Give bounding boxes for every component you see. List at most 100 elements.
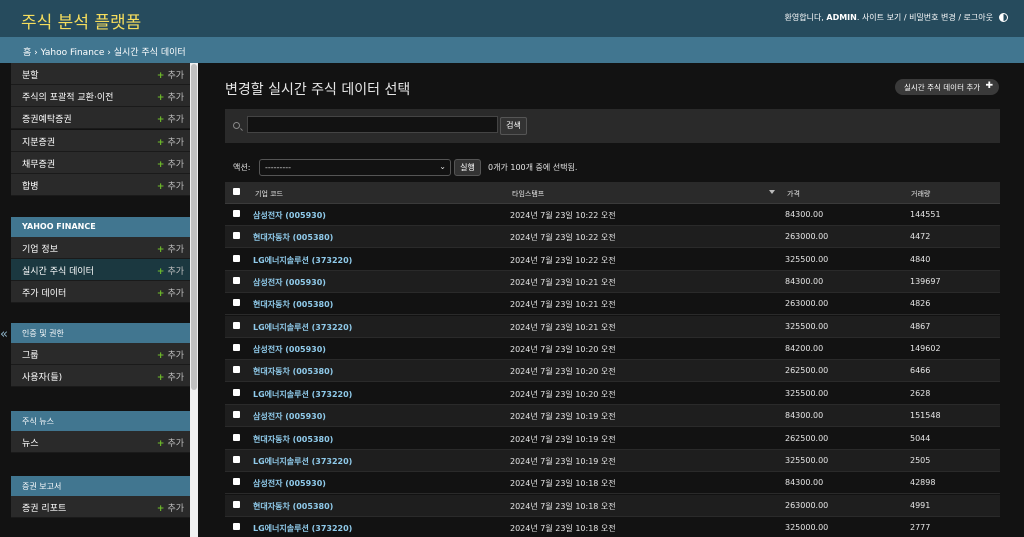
sidebar-item-label[interactable]: 뉴스 xyxy=(22,436,39,449)
sidebar-add-link[interactable]: + 추가 xyxy=(157,135,184,148)
company-link[interactable]: 삼성전자 (005930) xyxy=(253,277,326,288)
run-action-button[interactable]: 실행 xyxy=(454,159,481,176)
select-all-checkbox[interactable] xyxy=(233,188,240,195)
company-link[interactable]: 현대자동차 (005380) xyxy=(253,434,333,445)
sidebar-add-link[interactable]: + 추가 xyxy=(157,90,184,103)
sidebar-add-link[interactable]: + 추가 xyxy=(157,348,184,361)
sidebar-item-label[interactable]: 실시간 주식 데이터 xyxy=(22,264,94,277)
sidebar-add-link[interactable]: + 추가 xyxy=(157,179,184,192)
sidebar-add-link[interactable]: + 추가 xyxy=(157,112,184,125)
company-link[interactable]: 현대자동차 (005380) xyxy=(253,232,333,243)
row-checkbox[interactable] xyxy=(233,366,240,374)
sidebar-item-label[interactable]: 그룹 xyxy=(22,348,39,361)
sidebar-item-label[interactable]: 합병 xyxy=(22,179,39,192)
company-link[interactable]: 삼성전자 (005930) xyxy=(253,344,326,355)
sidebar-item-label[interactable]: 기업 정보 xyxy=(22,242,58,255)
row-checkbox[interactable] xyxy=(233,478,240,486)
company-link[interactable]: 삼성전자 (005930) xyxy=(253,478,326,489)
row-checkbox[interactable] xyxy=(233,254,240,262)
sidebar-item-label[interactable]: 채무증권 xyxy=(22,157,55,170)
company-link[interactable]: LG에너지솔루션 (373220) xyxy=(253,255,352,266)
sidebar-item-s0-0[interactable]: 기업 정보 + 추가 xyxy=(11,237,190,259)
action-select[interactable]: --------- ⌄ xyxy=(259,159,451,176)
table-row[interactable]: 현대자동차 (005380) 2024년 7월 23일 10:19 오전 26250… xyxy=(225,427,1000,450)
sidebar-add-link[interactable]: + 추가 xyxy=(157,264,184,277)
sidebar-item-s0-2[interactable]: 주가 데이터 + 추가 xyxy=(11,281,190,304)
company-link[interactable]: LG에너지솔루션 (373220) xyxy=(253,456,352,467)
sidebar-item-label[interactable]: 증권예탁증권 xyxy=(22,112,72,125)
column-volume[interactable]: 거래량 xyxy=(911,189,930,199)
table-row[interactable]: LG에너지솔루션 (373220) 2024년 7월 23일 10:18 오전 32… xyxy=(225,516,1000,537)
sidebar-item-label[interactable]: 주가 데이터 xyxy=(22,286,66,299)
breadcrumb[interactable]: 홈 › Yahoo Finance › 실시간 주식 데이터 xyxy=(0,37,1024,63)
sidebar-item-label[interactable]: 증권 리포트 xyxy=(22,501,66,514)
company-link[interactable]: 삼성전자 (005930) xyxy=(253,411,326,422)
column-company[interactable]: 기업 코드 xyxy=(255,189,283,199)
sidebar-item-top-4[interactable]: 채무증권 + 추가 xyxy=(11,151,190,174)
sidebar-section-label[interactable]: YAHOO FINANCE xyxy=(22,222,96,231)
row-checkbox[interactable] xyxy=(233,455,240,463)
row-checkbox[interactable] xyxy=(233,433,240,441)
search-input[interactable] xyxy=(247,116,498,133)
column-timestamp[interactable]: 타임스탬프 xyxy=(512,189,544,199)
table-row[interactable]: 삼성전자 (005930) 2024년 7월 23일 10:22 오전 84300.… xyxy=(225,204,1000,226)
sidebar-add-link[interactable]: + 추가 xyxy=(157,436,184,449)
site-title[interactable]: 주식 분석 플랫폼 xyxy=(21,8,141,33)
sidebar-item-top-0[interactable]: 분할 + 추가 xyxy=(11,63,190,85)
sidebar-item-s0-1[interactable]: 실시간 주식 데이터 + 추가 xyxy=(11,259,190,282)
table-row[interactable]: LG에너지솔루션 (373220) 2024년 7월 23일 10:22 오전 32… xyxy=(225,248,1000,271)
row-checkbox[interactable] xyxy=(233,210,240,217)
table-row[interactable]: 현대자동차 (005380) 2024년 7월 23일 10:20 오전 26250… xyxy=(225,360,1000,383)
search-button[interactable]: 검색 xyxy=(500,117,527,135)
table-row[interactable]: 현대자동차 (005380) 2024년 7월 23일 10:18 오전 26300… xyxy=(225,494,1000,517)
sidebar-item-label[interactable]: 사용자(들) xyxy=(22,370,62,383)
add-stock-data-button[interactable]: 실시간 주식 데이터 추가 ✚ xyxy=(895,79,999,95)
company-link[interactable]: 현대자동차 (005380) xyxy=(253,366,333,377)
theme-toggle-icon[interactable] xyxy=(999,13,1008,22)
sidebar-section-caption[interactable]: 인증 및 권한 xyxy=(11,323,190,343)
row-checkbox[interactable] xyxy=(233,411,240,419)
row-checkbox[interactable] xyxy=(233,388,240,396)
sidebar-section-label[interactable]: 인증 및 권한 xyxy=(22,328,64,339)
sidebar-item-top-3[interactable]: 지분증권 + 추가 xyxy=(11,129,190,152)
table-row[interactable]: 현대자동차 (005380) 2024년 7월 23일 10:22 오전 26300… xyxy=(225,226,1000,249)
sidebar-section-caption[interactable]: YAHOO FINANCE xyxy=(11,217,190,237)
sidebar-add-link[interactable]: + 추가 xyxy=(157,286,184,299)
company-link[interactable]: LG에너지솔루션 (373220) xyxy=(253,389,352,400)
row-checkbox[interactable] xyxy=(233,299,240,307)
company-link[interactable]: 삼성전자 (005930) xyxy=(253,210,326,221)
sidebar-add-link[interactable]: + 추가 xyxy=(157,370,184,383)
row-checkbox[interactable] xyxy=(233,344,240,352)
sidebar-item-top-1[interactable]: 주식의 포괄적 교환·이전 + 추가 xyxy=(11,85,190,108)
table-row[interactable]: 삼성전자 (005930) 2024년 7월 23일 10:21 오전 84300.… xyxy=(225,271,1000,294)
sidebar-item-label[interactable]: 주식의 포괄적 교환·이전 xyxy=(22,90,113,103)
user-links[interactable]: . 사이트 보기 / 비밀번호 변경 / 로그아웃 xyxy=(857,12,993,23)
sidebar-scrollbar-thumb[interactable] xyxy=(191,64,197,390)
sidebar-item-s2-0[interactable]: 뉴스 + 추가 xyxy=(11,431,190,453)
row-checkbox[interactable] xyxy=(233,277,240,285)
table-row[interactable]: 삼성전자 (005930) 2024년 7월 23일 10:18 오전 84300.… xyxy=(225,472,1000,495)
sidebar-section-label[interactable]: 증권 보고서 xyxy=(22,481,61,492)
sidebar-add-link[interactable]: + 추가 xyxy=(157,157,184,170)
table-row[interactable]: LG에너지솔루션 (373220) 2024년 7월 23일 10:20 오전 32… xyxy=(225,382,1000,405)
table-row[interactable]: LG에너지솔루션 (373220) 2024년 7월 23일 10:19 오전 32… xyxy=(225,449,1000,472)
sidebar-add-link[interactable]: + 추가 xyxy=(157,68,184,81)
sidebar-add-link[interactable]: + 추가 xyxy=(157,501,184,514)
collapse-sidebar-icon[interactable]: « xyxy=(0,327,8,342)
company-link[interactable]: 현대자동차 (005380) xyxy=(253,501,333,512)
sidebar-item-s3-0[interactable]: 증권 리포트 + 추가 xyxy=(11,496,190,518)
table-row[interactable]: 삼성전자 (005930) 2024년 7월 23일 10:20 오전 84200.… xyxy=(225,338,1000,361)
sidebar-section-caption[interactable]: 주식 뉴스 xyxy=(11,411,190,431)
row-checkbox[interactable] xyxy=(233,522,240,530)
table-row[interactable]: 삼성전자 (005930) 2024년 7월 23일 10:19 오전 84300.… xyxy=(225,405,1000,428)
row-checkbox[interactable] xyxy=(233,232,240,240)
company-link[interactable]: LG에너지솔루션 (373220) xyxy=(253,322,352,333)
sidebar-item-label[interactable]: 분할 xyxy=(22,68,39,81)
sidebar-section-label[interactable]: 주식 뉴스 xyxy=(22,416,54,427)
sidebar-item-s1-1[interactable]: 사용자(들) + 추가 xyxy=(11,365,190,388)
sort-desc-icon[interactable] xyxy=(769,190,775,194)
company-link[interactable]: LG에너지솔루션 (373220) xyxy=(253,523,352,534)
sidebar-section-caption[interactable]: 증권 보고서 xyxy=(11,476,190,496)
sidebar-item-s1-0[interactable]: 그룹 + 추가 xyxy=(11,343,190,365)
row-checkbox[interactable] xyxy=(233,321,240,329)
